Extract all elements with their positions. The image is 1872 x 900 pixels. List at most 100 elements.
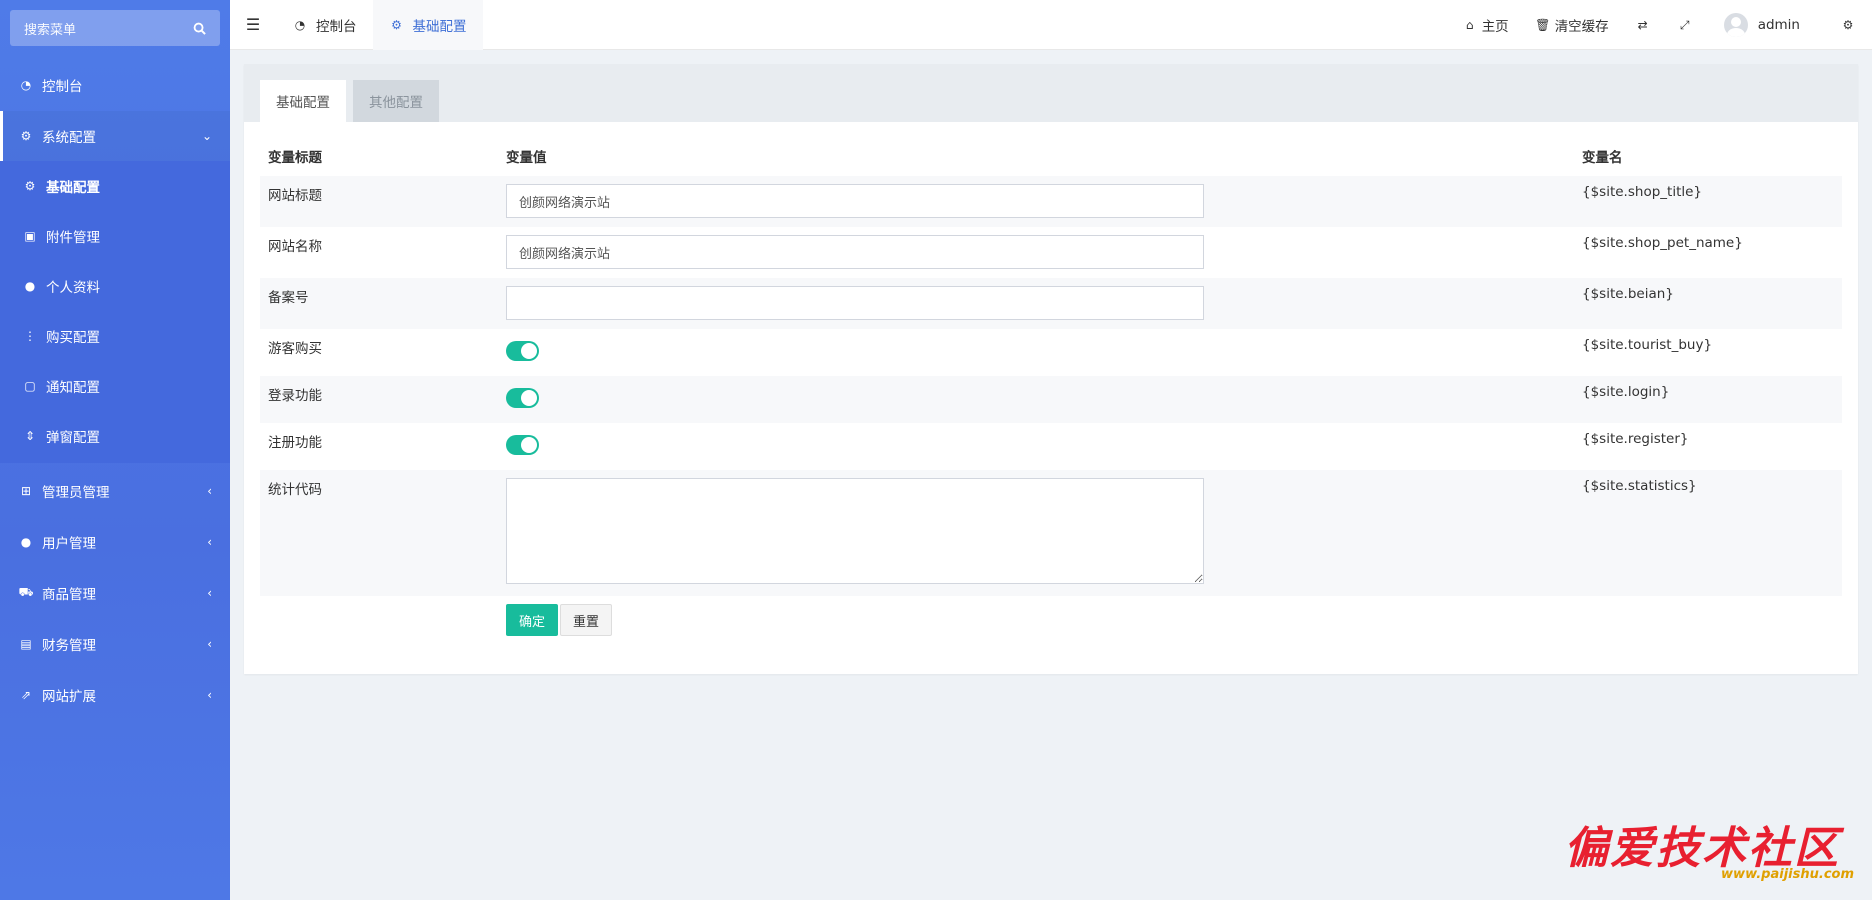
comment-icon: ▢ [24,379,36,393]
sidebar-item-attachments[interactable]: ▣ 附件管理 [0,211,230,261]
dashboard-icon: ◔ [20,78,32,92]
user-menu[interactable]: admin [1706,0,1824,50]
row-title: 注册功能 [268,435,322,451]
sidebar-item-profile[interactable]: ● 个人资料 [0,261,230,311]
sidebar-item-users[interactable]: ● 用户管理 ‹ [0,517,230,567]
sidebar-item-label: 用户管理 [42,536,96,552]
sidebar-item-system-config[interactable]: ⚙ 系统配置 ⌄ [0,111,230,161]
sidebar-item-products[interactable]: ⛟ 商品管理 ‹ [0,568,230,618]
search-icon[interactable] [193,22,206,35]
ellipsis-v-icon: ⋮ [24,329,36,343]
statistics-code-textarea[interactable] [506,478,1204,584]
beian-input[interactable] [506,286,1204,320]
sidebar-item-label: 系统配置 [42,130,96,146]
home-icon: ⌂ [1465,18,1474,32]
chevron-left-icon: ‹ [207,688,212,702]
row-title: 统计代码 [260,470,498,596]
sidebar-item-purchase-config[interactable]: ⋮ 购买配置 [0,311,230,361]
row-var-name: {$site.login} [1574,376,1842,423]
chevron-left-icon: ‹ [207,637,212,651]
clear-cache-label: 清空缓存 [1554,19,1609,35]
chevron-left-icon: ‹ [207,535,212,549]
chevron-down-icon: ⌄ [201,129,212,143]
row-var-name: {$site.beian} [1574,278,1842,329]
tab-label: 其他配置 [369,95,423,111]
sidebar-item-dashboard[interactable]: ◔ 控制台 [0,60,230,110]
row-title: 网站标题 [260,176,498,227]
user-icon: ● [20,535,32,549]
sidebar-item-label: 控制台 [42,79,83,95]
row-title: 网站名称 [268,239,322,255]
column-header-title: 变量标题 [268,150,322,166]
fullscreen-icon: ⤢ [1679,17,1690,32]
site-name-input[interactable] [506,235,1204,269]
chevron-left-icon: ‹ [207,484,212,498]
sidebar-item-label: 购买配置 [46,330,100,346]
language-toggle[interactable]: ⇄ [1622,0,1664,50]
user-name: admin [1757,17,1800,33]
sidebar: 搜索菜单 ◔ 控制台 ⚙ 系统配置 ⌄ ⚙ 基础配置 ▣ 附件管理 ● 个人资料… [0,0,230,900]
avatar [1723,13,1748,37]
gear-icon: ⚙ [391,17,402,32]
table-row: 统计代码 {$site.statistics} [260,470,1842,596]
skin-settings[interactable]: ⚙ [1824,0,1872,50]
sidebar-item-notify-config[interactable]: ▢ 通知配置 [0,361,230,411]
row-title: 备案号 [260,278,498,329]
sidebar-item-admins[interactable]: ⊞ 管理员管理 ‹ [0,466,230,516]
cogs-icon: ⚙ [1842,18,1854,32]
cart-icon: ⛟ [18,585,34,599]
table-row: 注册功能 {$site.register} [260,423,1842,470]
sidebar-item-label: 网站扩展 [42,689,96,705]
row-title: 游客购买 [268,341,322,357]
tab-other-config[interactable]: 其他配置 [353,80,439,122]
table-row: 游客购买 {$site.tourist_buy} [260,329,1842,376]
home-label: 主页 [1481,19,1509,35]
login-toggle[interactable] [506,388,539,408]
menu-toggle-icon[interactable]: ☰ [230,0,276,50]
register-toggle[interactable] [506,435,539,455]
row-var-name: {$site.register} [1582,431,1689,447]
tab-basic-config-content[interactable]: 基础配置 [260,80,346,122]
sidebar-item-label: 弹窗配置 [46,430,100,446]
sort-icon: ⇕ [24,429,36,443]
config-tabs: 基础配置 其他配置 [244,64,1858,122]
sidebar-item-extensions[interactable]: ⇗ 网站扩展 ‹ [0,670,230,720]
external-link-icon: ⇗ [20,688,32,702]
sidebar-item-label: 财务管理 [42,638,96,654]
tourist-buy-toggle[interactable] [506,341,539,361]
config-panel: 基础配置 其他配置 变量标题 变量值 变量名 网站标题 {$site.shop_… [244,64,1858,674]
tab-dashboard[interactable]: ◔ 控制台 [276,0,373,50]
tab-label: 基础配置 [412,18,467,35]
row-var-name: {$site.statistics} [1574,470,1842,596]
user-icon: ● [24,279,36,293]
row-title: 登录功能 [260,376,498,423]
table-row: 网站标题 {$site.shop_title} [260,176,1842,227]
table-row: 备案号 {$site.beian} [260,278,1842,329]
fullscreen-toggle[interactable]: ⤢ [1664,0,1706,50]
clear-cache-link[interactable]: 🗑 清空缓存 [1522,0,1622,50]
windows-icon: ⊞ [20,484,32,498]
site-title-input[interactable] [506,184,1204,218]
topbar-actions: ⌂ 主页 🗑 清空缓存 ⇄ ⤢ admin ⚙ [1449,0,1872,50]
home-link[interactable]: ⌂ 主页 [1449,0,1522,50]
sidebar-item-finance[interactable]: ▤ 财务管理 ‹ [0,619,230,669]
image-icon: ▣ [24,229,36,243]
tab-basic-config[interactable]: ⚙ 基础配置 [372,0,483,50]
language-icon: ⇄ [1637,18,1648,32]
cogs-icon: ⚙ [20,129,32,143]
submit-button[interactable]: 确定 [506,604,558,636]
sidebar-item-label: 基础配置 [46,180,100,196]
sidebar-item-popup-config[interactable]: ⇕ 弹窗配置 [0,411,230,461]
sidebar-item-label: 商品管理 [42,587,96,603]
sidebar-item-label: 附件管理 [46,230,100,246]
trash-icon: 🗑 [1535,18,1551,32]
column-header-name: 变量名 [1582,150,1623,166]
form-actions-row: 确定 重置 [260,596,1842,644]
tab-label: 基础配置 [276,95,330,111]
reset-button[interactable]: 重置 [560,604,612,636]
column-header-value: 变量值 [506,150,547,166]
search-menu-input[interactable]: 搜索菜单 [10,10,220,46]
sidebar-item-basic-config[interactable]: ⚙ 基础配置 [0,161,230,211]
tab-label: 控制台 [316,18,357,35]
search-placeholder: 搜索菜单 [24,22,77,38]
